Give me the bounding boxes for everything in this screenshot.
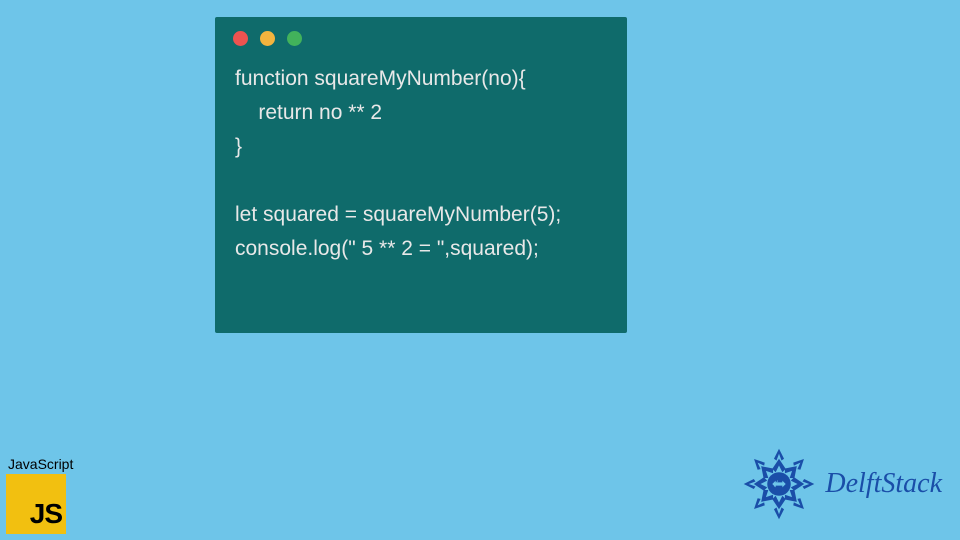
code-snippet: function squareMyNumber(no){ return no *… <box>215 54 627 266</box>
delftstack-brand-name: DelftStack <box>825 468 942 500</box>
maximize-icon <box>287 31 302 46</box>
svg-text:/: / <box>774 480 779 489</box>
window-controls <box>215 17 627 54</box>
delftstack-logo-icon: / <box>737 442 821 526</box>
code-window: function squareMyNumber(no){ return no *… <box>215 17 627 333</box>
javascript-logo-text: JS <box>30 498 62 530</box>
minimize-icon <box>260 31 275 46</box>
javascript-badge: JavaScript JS <box>6 456 73 534</box>
close-icon <box>233 31 248 46</box>
delftstack-brand: / DelftStack <box>737 442 942 526</box>
javascript-label: JavaScript <box>8 456 73 472</box>
javascript-logo-icon: JS <box>6 474 66 534</box>
